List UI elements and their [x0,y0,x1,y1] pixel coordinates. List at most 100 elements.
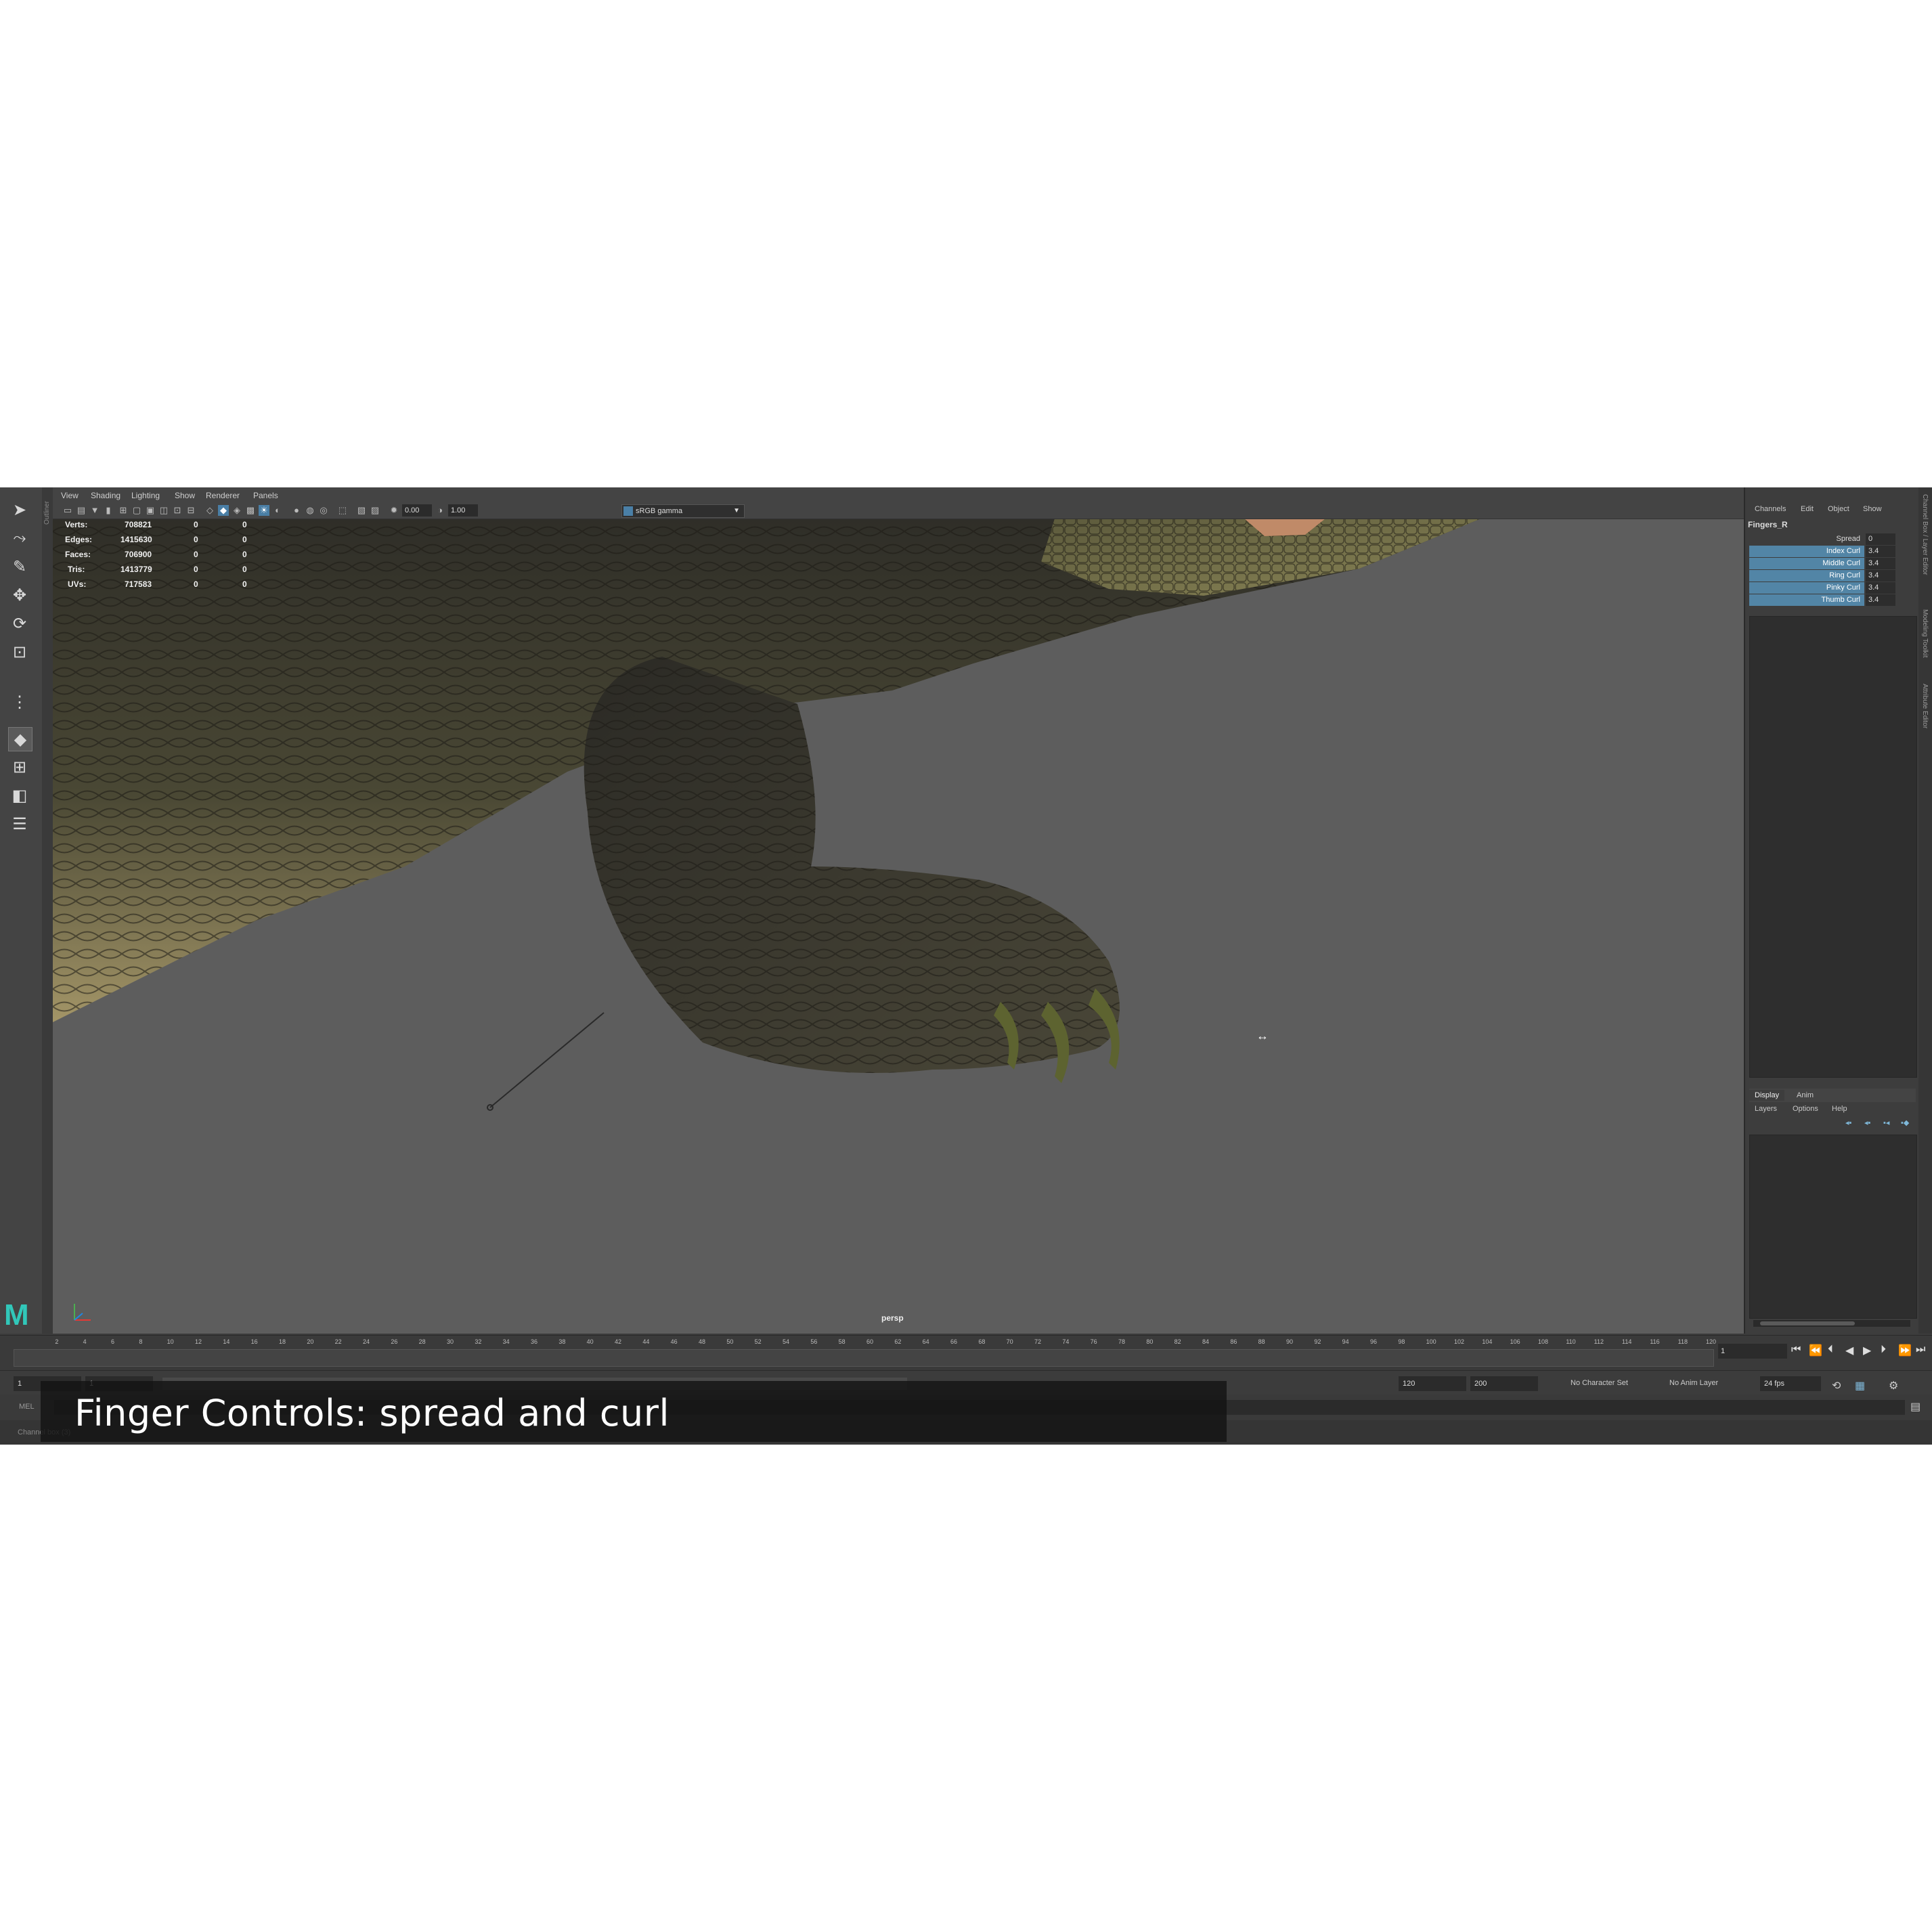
step-back-frame-icon[interactable]: ⏴ [1828,1344,1833,1356]
camera-attributes-icon[interactable]: ▤ [76,505,87,516]
time-slider-track[interactable] [14,1349,1714,1367]
wireframe-icon[interactable]: ◇ [204,505,215,516]
gate-mask-icon[interactable]: ◫ [158,505,169,516]
lights-icon[interactable]: ☀ [259,505,269,516]
perspective-viewport[interactable]: View Shading Lighting Show Renderer Pane… [53,487,1745,1334]
play-forward-icon[interactable]: ▶ [1863,1344,1871,1357]
side-tab-channel-box[interactable]: Channel Box / Layer Editor [1921,494,1929,575]
image-plane-icon[interactable]: ▮ [103,505,114,516]
attr-value-field[interactable]: 0 [1866,533,1895,545]
resolution-gate-icon[interactable]: ▣ [145,505,156,516]
field-chart-icon[interactable]: ⊡ [172,505,183,516]
scrollbar-thumb[interactable] [1760,1321,1855,1325]
menu-help[interactable]: Help [1832,1105,1847,1113]
character-set-dropdown[interactable]: No Character Set [1571,1379,1628,1387]
step-forward-key-icon[interactable]: ⏩ [1898,1344,1912,1357]
anim-end-field[interactable]: 200 [1470,1376,1538,1391]
menu-channels[interactable]: Channels [1755,505,1786,513]
layer-move-up-icon[interactable]: ◂▪ [1845,1118,1851,1127]
menu-show[interactable]: Show [1863,505,1882,513]
motion-blur-icon[interactable]: ◍ [305,505,315,516]
side-tab-modeling-toolkit[interactable]: Modeling Toolkit [1921,609,1929,658]
menu-options[interactable]: Options [1793,1105,1818,1113]
timeline-tick-label: 58 [838,1338,846,1345]
step-forward-frame-icon[interactable]: ⏵ [1881,1344,1886,1356]
outliner-tab[interactable]: Outliner [42,487,53,1334]
attr-row-ring-curl[interactable]: Ring Curl 3.4 [1749,570,1916,581]
four-view-layout-icon[interactable]: ⊞ [8,755,31,778]
two-pane-layout-icon[interactable]: ◧ [8,784,31,807]
loop-icon[interactable]: ⟲ [1832,1379,1841,1392]
go-to-start-icon[interactable]: ⏮ [1791,1344,1801,1356]
attr-row-spread[interactable]: Spread 0 [1749,533,1916,545]
textured-icon[interactable]: ▩ [245,505,256,516]
safe-action-icon[interactable]: ⊟ [185,505,196,516]
scale-tool-icon[interactable]: ⊡ [8,640,31,663]
tab-anim[interactable]: Anim [1791,1090,1819,1101]
layer-list-scrollbar[interactable] [1753,1320,1910,1327]
menu-view[interactable]: View [61,491,79,500]
single-perspective-layout-icon[interactable]: ◆ [8,727,32,751]
timeline-tick-label: 114 [1622,1338,1632,1345]
script-language-label[interactable]: MEL [19,1403,35,1411]
exposure-field[interactable]: 0.00 [402,504,432,517]
attr-value-field[interactable]: 3.4 [1866,570,1895,581]
paint-select-icon[interactable]: ✎ [8,555,31,578]
attr-value-field[interactable]: 3.4 [1866,546,1895,557]
xray-joints-icon[interactable]: ▨ [370,505,380,516]
range-inner-end-field[interactable]: 120 [1399,1376,1466,1391]
camera-icon[interactable]: ▭ [62,505,73,516]
grid-icon[interactable]: ⊞ [118,505,129,516]
wireframe-on-shaded-icon[interactable]: ◈ [232,505,242,516]
move-tool-icon[interactable]: ✥ [8,584,31,607]
play-backward-icon[interactable]: ◀ [1845,1344,1853,1357]
rotate-tool-icon[interactable]: ⟳ [8,612,31,635]
xray-icon[interactable]: ▧ [356,505,367,516]
attr-value-field[interactable]: 3.4 [1866,594,1895,606]
anim-layer-dropdown[interactable]: No Anim Layer [1669,1379,1718,1387]
layer-move-down-icon[interactable]: ◂▪ [1864,1118,1870,1127]
shadows-icon[interactable]: ◐ [272,505,283,516]
attr-value-field[interactable]: 3.4 [1866,558,1895,569]
script-editor-icon[interactable]: ▤ [1910,1400,1920,1413]
attr-value-field[interactable]: 3.4 [1866,582,1895,594]
new-layer-icon[interactable]: ▪◂ [1883,1118,1889,1127]
attr-row-middle-curl[interactable]: Middle Curl 3.4 [1749,558,1916,569]
anti-aliasing-icon[interactable]: ◎ [318,505,329,516]
timeline-tick-label: 76 [1090,1338,1097,1345]
attr-row-index-curl[interactable]: Index Curl 3.4 [1749,546,1916,557]
film-gate-icon[interactable]: ▢ [131,505,142,516]
menu-edit[interactable]: Edit [1801,505,1814,513]
smooth-shade-icon[interactable]: ◆ [218,505,229,516]
gamma-icon[interactable]: ◑ [435,505,445,516]
show-manipulator-icon[interactable]: ⋮ [8,690,31,713]
attr-row-pinky-curl[interactable]: Pinky Curl 3.4 [1749,582,1916,594]
menu-show[interactable]: Show [175,491,195,500]
outliner-layout-icon[interactable]: ☰ [8,812,31,835]
menu-object[interactable]: Object [1828,505,1849,513]
bookmark-icon[interactable]: ▼ [89,505,100,516]
menu-shading[interactable]: Shading [91,491,120,500]
menu-renderer[interactable]: Renderer [206,491,240,500]
auto-key-icon[interactable]: ▦ [1855,1379,1865,1392]
side-tab-attribute-editor[interactable]: Attribute Editor [1921,684,1929,728]
current-frame-field[interactable]: 1 [1718,1344,1787,1359]
step-back-key-icon[interactable]: ⏪ [1809,1344,1822,1357]
attr-row-thumb-curl[interactable]: Thumb Curl 3.4 [1749,594,1916,606]
new-layer-selected-icon[interactable]: ▪◆ [1901,1118,1909,1127]
fps-dropdown[interactable]: 24 fps [1760,1376,1821,1391]
menu-lighting[interactable]: Lighting [131,491,160,500]
exposure-icon[interactable]: ✹ [389,505,399,516]
go-to-end-icon[interactable]: ⏭ [1916,1344,1925,1356]
color-space-dropdown[interactable]: sRGB gamma ▼ [621,504,745,518]
tab-display[interactable]: Display [1749,1090,1785,1101]
ambient-occlusion-icon[interactable]: ● [291,505,302,516]
gamma-field[interactable]: 1.00 [448,504,478,517]
time-slider[interactable]: 2 4 6 8 10 12 14 16 18 20 22 24 26 28 30 32 34 36 38 40 42 44… [0,1335,1932,1371]
menu-panels[interactable]: Panels [253,491,278,500]
menu-layers[interactable]: Layers [1755,1105,1777,1113]
lasso-tool-icon[interactable]: ⤳ [8,527,31,550]
select-tool-icon[interactable]: ➤ [8,498,31,521]
preferences-icon[interactable]: ⚙ [1889,1379,1898,1392]
isolate-select-icon[interactable]: ⬚ [337,505,348,516]
